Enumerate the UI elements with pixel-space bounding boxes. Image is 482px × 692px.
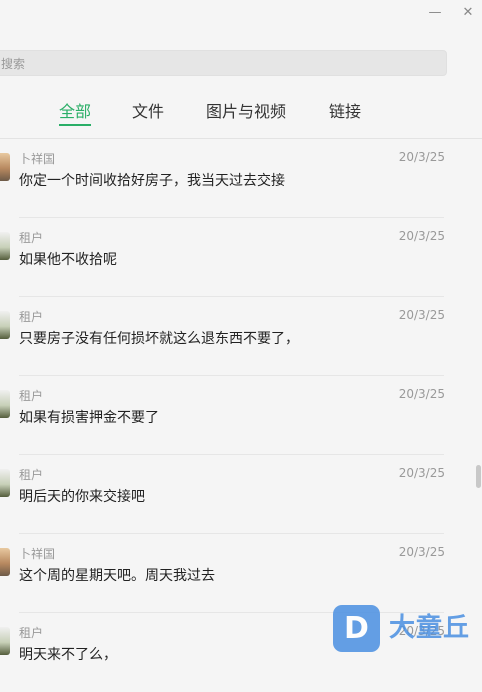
tab-all[interactable]: 全部 (59, 98, 91, 122)
list-item[interactable]: 卜祥国 20/3/25 这个周的星期天吧。周天我过去 (0, 534, 482, 613)
message-date: 20/3/25 (398, 624, 445, 638)
list-item[interactable]: 卜祥国 20/3/25 你定一个时间收拾好房子，我当天过去交接 (0, 139, 482, 218)
sender-name: 租户 (19, 626, 44, 640)
message-date: 20/3/25 (398, 308, 445, 322)
list-item[interactable]: 租户 20/3/25 只要房子没有任何损坏就这么退东西不要了， (0, 297, 482, 376)
message-date: 20/3/25 (398, 466, 445, 480)
sender-name: 租户 (19, 231, 44, 245)
message-text: 明天来不了么， (19, 647, 117, 663)
list-item[interactable]: 租户 20/3/25 如果有损害押金不要了 (0, 376, 482, 455)
message-date: 20/3/25 (398, 387, 445, 401)
message-date: 20/3/25 (398, 545, 445, 559)
tab-files[interactable]: 文件 (132, 98, 164, 122)
sender-name: 卜祥国 (19, 152, 56, 166)
avatar (0, 232, 10, 260)
avatar (0, 390, 10, 418)
sender-name: 租户 (19, 389, 44, 403)
scrollbar-thumb[interactable] (476, 465, 481, 488)
sender-name: 租户 (19, 468, 44, 482)
message-text: 如果他不收拾呢 (19, 252, 117, 268)
tab-images-videos[interactable]: 图片与视频 (206, 98, 286, 122)
message-text: 如果有损害押金不要了 (19, 410, 159, 426)
message-date: 20/3/25 (398, 229, 445, 243)
message-date: 20/3/25 (398, 150, 445, 164)
avatar (0, 153, 10, 181)
avatar (0, 548, 10, 576)
active-tab-indicator (59, 124, 91, 126)
minimize-icon[interactable]: — (425, 4, 445, 22)
list-item[interactable]: 租户 20/3/25 明后天的你来交接吧 (0, 455, 482, 534)
avatar (0, 627, 10, 655)
tab-bar: 全部 文件 图片与视频 链接 (0, 98, 482, 128)
list-item[interactable]: 租户 20/3/25 如果他不收拾呢 (0, 218, 482, 297)
sender-name: 卜祥国 (19, 547, 56, 561)
avatar (0, 469, 10, 497)
tab-links[interactable]: 链接 (329, 98, 361, 122)
message-text: 明后天的你来交接吧 (19, 489, 145, 505)
search-placeholder: 搜索 (1, 57, 26, 71)
search-input[interactable]: 搜索 (0, 50, 447, 76)
close-icon[interactable]: ✕ (458, 4, 478, 22)
list-item[interactable]: 租户 20/3/25 明天来不了么， (0, 613, 482, 692)
message-text: 只要房子没有任何损坏就这么退东西不要了， (19, 331, 299, 347)
avatar (0, 311, 10, 339)
message-text: 这个周的星期天吧。周天我过去 (19, 568, 215, 584)
message-text: 你定一个时间收拾好房子，我当天过去交接 (19, 173, 285, 189)
sender-name: 租户 (19, 310, 44, 324)
